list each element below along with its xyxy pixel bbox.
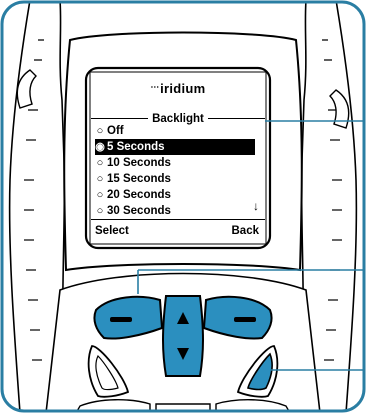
back-softkey-label[interactable]: Back bbox=[232, 225, 260, 237]
radio-off-icon: ○ bbox=[96, 173, 104, 185]
option-label: Off bbox=[107, 125, 124, 137]
radio-off-icon: ○ bbox=[96, 189, 104, 201]
logo-dots-icon: ⋅⋅⋅ bbox=[150, 82, 160, 92]
option-off[interactable]: ○ Off bbox=[95, 123, 255, 139]
option-label: 30 Seconds bbox=[107, 205, 171, 217]
radio-on-icon: ◉ bbox=[95, 141, 105, 153]
softkey-divider bbox=[91, 219, 265, 220]
brand-name: iridium bbox=[160, 81, 206, 96]
minus-icon bbox=[234, 317, 256, 322]
phone-illustration: ⋅⋅⋅iridium Backlight ○ Off ◉ 5 Seconds ○ 10… bbox=[0, 0, 366, 413]
radio-off-icon: ○ bbox=[96, 125, 104, 137]
select-softkey-label[interactable]: Select bbox=[95, 225, 129, 237]
radio-off-icon: ○ bbox=[96, 157, 104, 169]
nav-rocker[interactable] bbox=[162, 295, 204, 377]
phone-display: ⋅⋅⋅iridium Backlight ○ Off ◉ 5 Seconds ○ 10… bbox=[91, 73, 265, 243]
option-label: 20 Seconds bbox=[107, 189, 171, 201]
radio-off-icon: ○ bbox=[96, 205, 104, 217]
option-5-seconds[interactable]: ◉ 5 Seconds bbox=[95, 139, 255, 155]
option-list: ○ Off ◉ 5 Seconds ○ 10 Seconds ○ 15 Seconds … bbox=[95, 123, 255, 219]
option-label: 5 Seconds bbox=[107, 141, 165, 153]
option-label: 15 Seconds bbox=[107, 173, 171, 185]
option-10-seconds[interactable]: ○ 10 Seconds bbox=[95, 155, 255, 171]
option-30-seconds[interactable]: ○ 30 Seconds bbox=[95, 203, 255, 219]
option-label: 10 Seconds bbox=[107, 157, 171, 169]
minus-icon bbox=[110, 317, 132, 322]
iridium-logo: ⋅⋅⋅iridium bbox=[91, 81, 265, 96]
scroll-down-icon: ↓ bbox=[253, 199, 259, 213]
option-20-seconds[interactable]: ○ 20 Seconds bbox=[95, 187, 255, 203]
option-15-seconds[interactable]: ○ 15 Seconds bbox=[95, 171, 255, 187]
